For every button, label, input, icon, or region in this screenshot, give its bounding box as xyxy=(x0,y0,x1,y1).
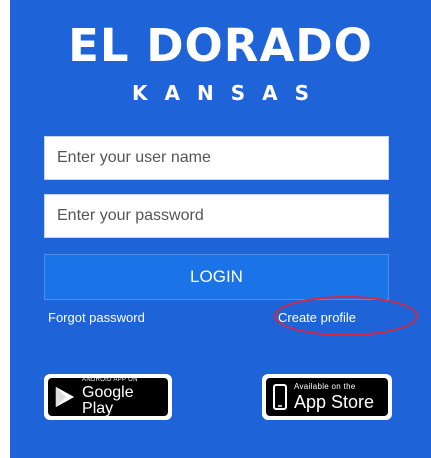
apple-phone-icon xyxy=(273,384,287,410)
logo-subtitle: KANSAS xyxy=(131,81,326,105)
app-store-text: Available on the App Store xyxy=(294,382,375,412)
create-profile-link[interactable]: Create profile xyxy=(278,310,356,325)
google-play-badge[interactable]: ANDROID APP ON Google Play xyxy=(44,374,172,420)
login-button[interactable]: LOGIN xyxy=(44,254,389,300)
app-store-small-text: Available on the xyxy=(294,382,356,391)
username-input[interactable] xyxy=(44,136,389,180)
app-store-badge-inner: Available on the App Store xyxy=(266,378,388,416)
logo-title: EL DORADO xyxy=(68,19,373,72)
google-play-label: Google Play xyxy=(82,384,134,417)
app-store-badge[interactable]: Available on the App Store xyxy=(262,374,392,420)
forgot-password-link[interactable]: Forgot password xyxy=(48,310,145,325)
app-store-label: App Store xyxy=(294,392,375,412)
google-play-small-text: ANDROID APP ON xyxy=(82,377,138,383)
google-play-badge-inner: ANDROID APP ON Google Play xyxy=(48,377,168,417)
google-play-text: ANDROID APP ON Google Play xyxy=(82,377,162,417)
password-input[interactable] xyxy=(44,194,389,238)
login-panel: EL DORADO KANSAS LOGIN Forgot password C… xyxy=(10,0,431,458)
google-play-icon xyxy=(55,386,75,408)
el-dorado-logo: EL DORADO KANSAS xyxy=(10,20,431,108)
